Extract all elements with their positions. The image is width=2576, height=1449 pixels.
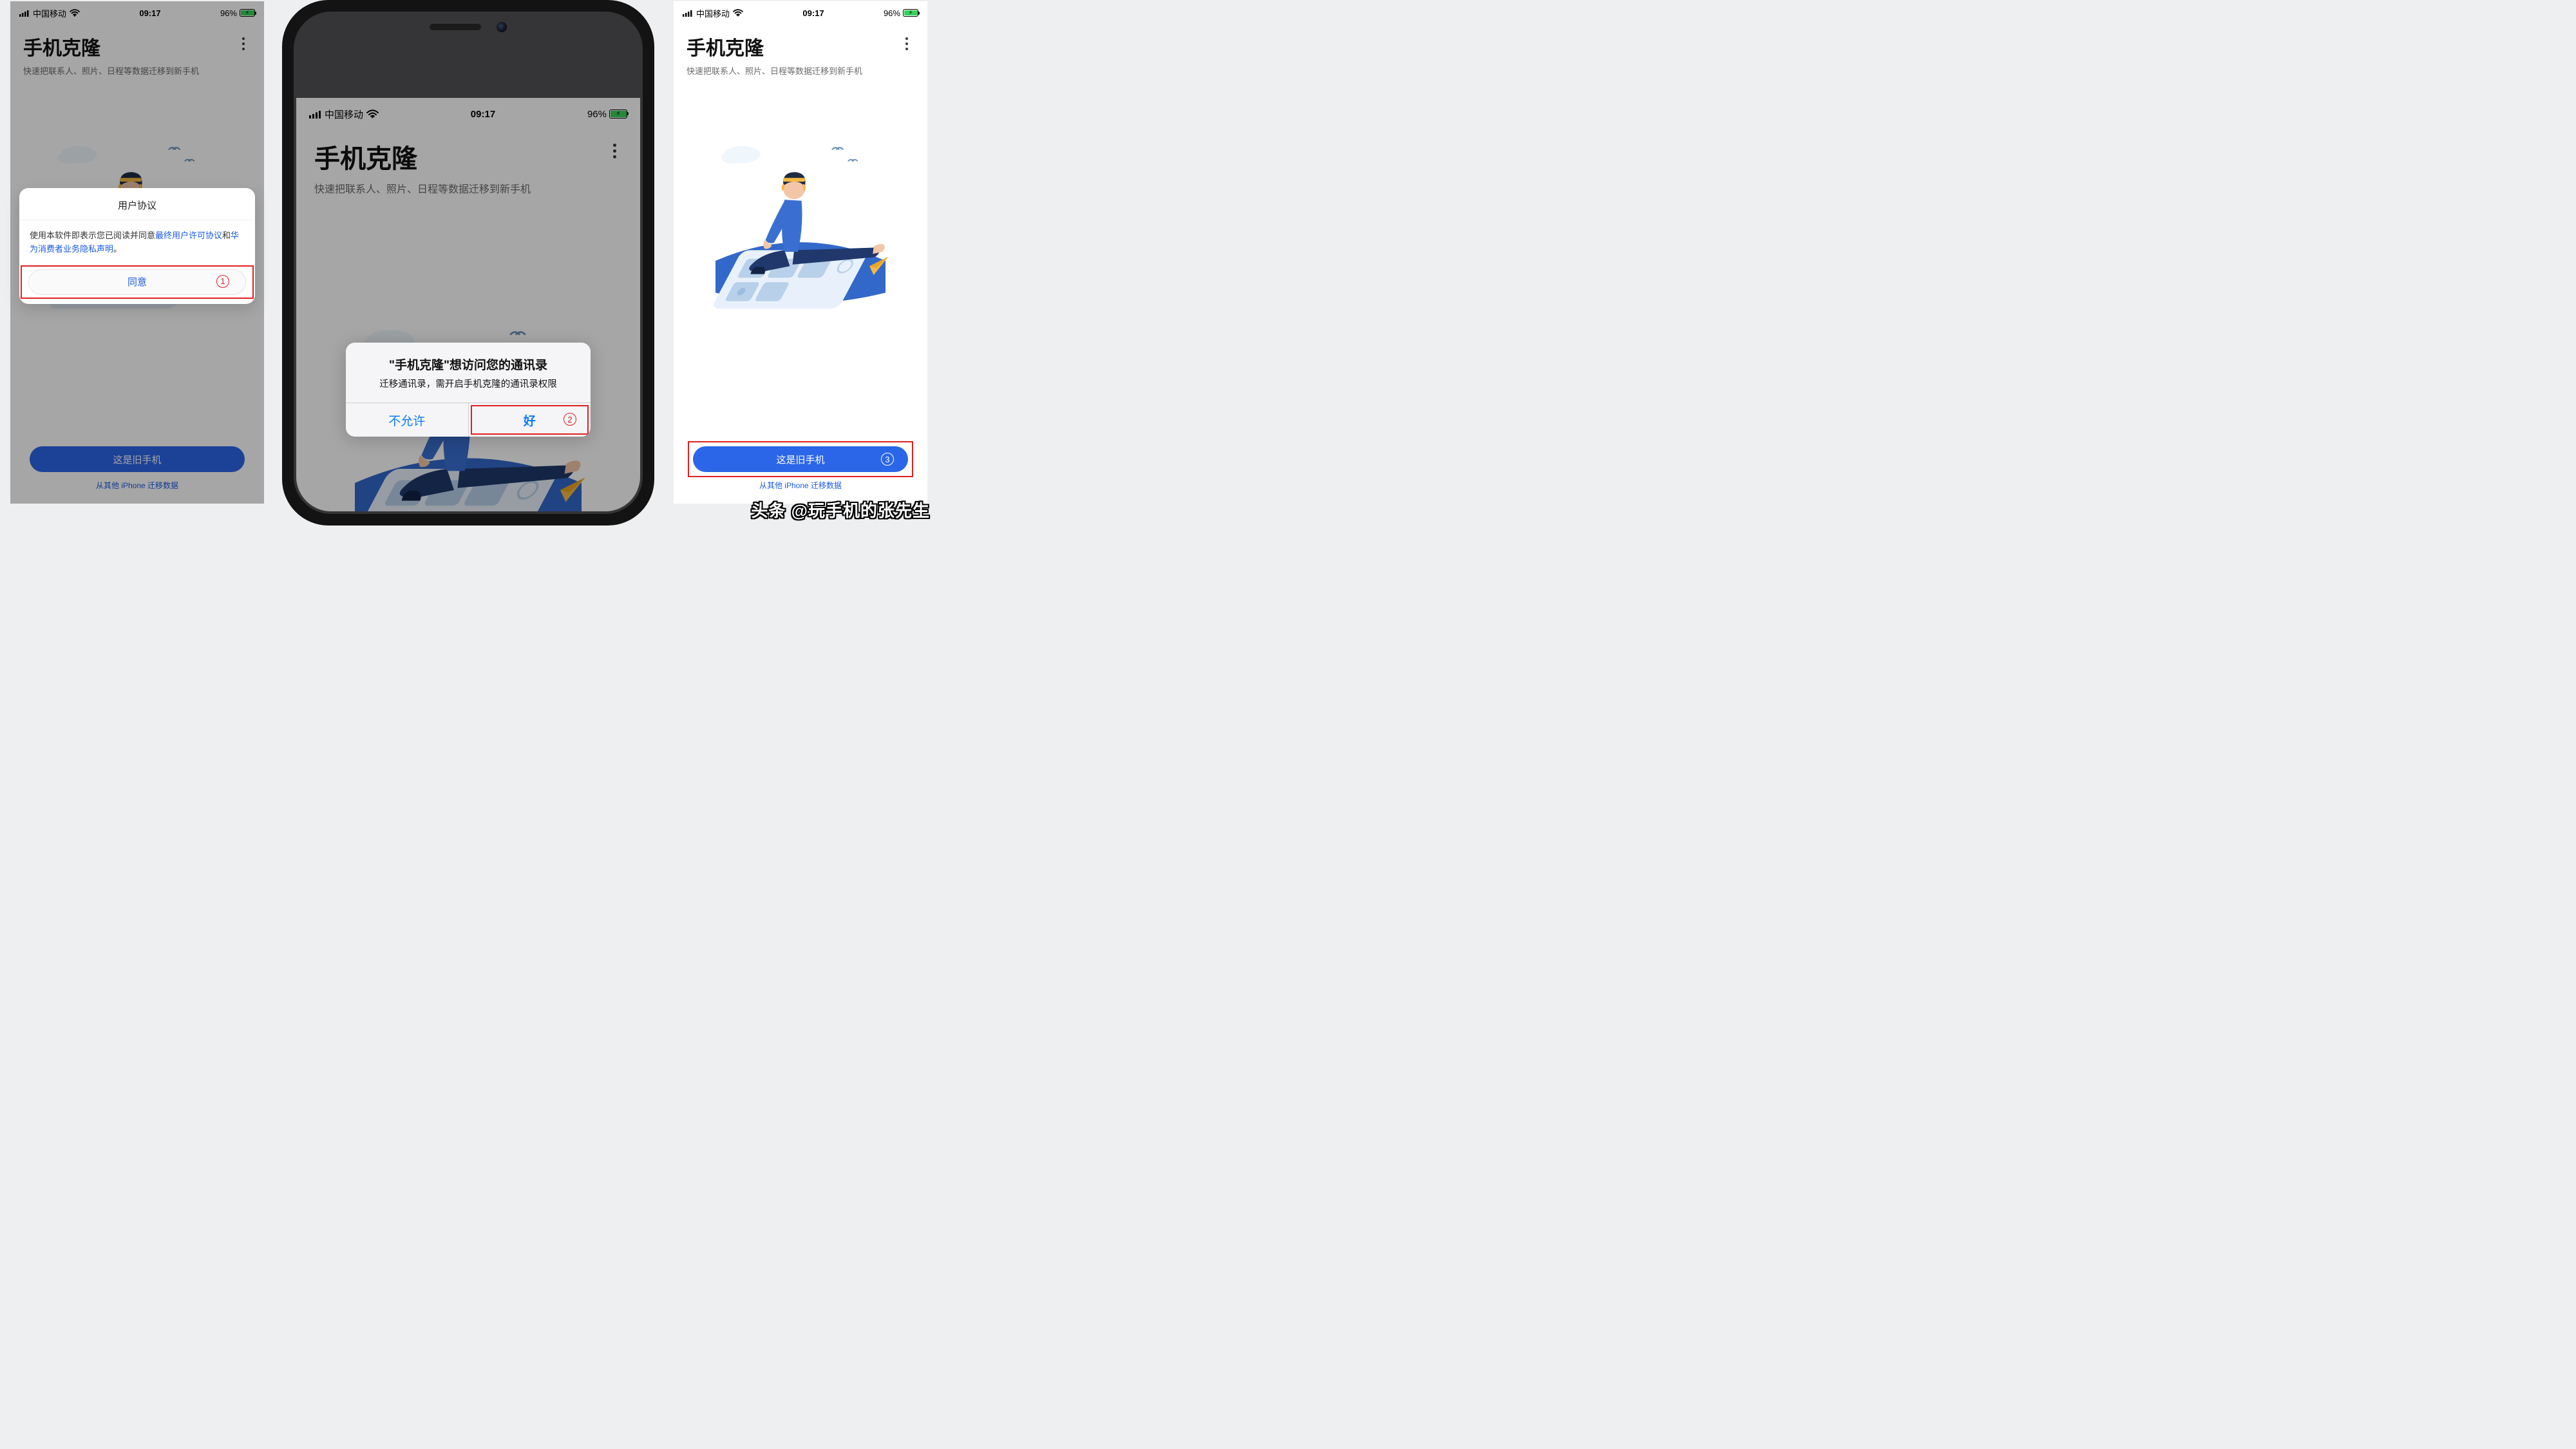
app-title: 手机克隆 [23, 32, 251, 61]
alert-title: "手机克隆"想访问您的通讯录 [346, 343, 591, 375]
app-subtitle: 快速把联系人、照片、日程等数据迁移到新手机 [687, 64, 914, 77]
more-menu-button[interactable] [898, 35, 916, 53]
battery-pct: 96% [587, 109, 607, 120]
old-phone-button[interactable]: 这是旧手机 [693, 446, 908, 472]
carrier-label: 中国移动 [696, 7, 730, 19]
deny-button[interactable]: 不允许 [346, 403, 468, 437]
phone-frame: 中国移动 09:17 96% ⚡︎ 手机克隆 快速把联系 [282, 0, 654, 526]
old-phone-button[interactable]: 这是旧手机 [30, 446, 245, 472]
app-subtitle: 快速把联系人、照片、日程等数据迁移到新手机 [23, 64, 251, 77]
screenshot-2: 中国移动 09:17 96% ⚡︎ 手机克隆 快速把联系 [296, 98, 640, 511]
screenshot-3: 中国移动 09:17 96% ⚡︎ 手机克隆 快速把联系人、照片、日程等数据迁移… [674, 1, 927, 504]
carrier-label: 中国移动 [33, 7, 66, 19]
clock: 09:17 [802, 8, 824, 18]
sheet-title: 用户协议 [19, 188, 255, 220]
agree-button[interactable]: 同意 [28, 269, 246, 295]
app-header: 手机克隆 快速把联系人、照片、日程等数据迁移到新手机 [296, 124, 640, 202]
hero-illustration [694, 112, 907, 325]
sheet-body: 使用本软件即表示您已阅读并同意最终用户许可协议和华为消费者业务隐私声明。 [19, 220, 255, 265]
user-agreement-sheet: 用户协议 使用本软件即表示您已阅读并同意最终用户许可协议和华为消费者业务隐私声明… [19, 188, 255, 304]
app-title: 手机克隆 [314, 138, 622, 175]
more-menu-button[interactable] [234, 35, 252, 53]
battery-icon: ⚡︎ [903, 9, 918, 17]
battery-icon: ⚡︎ [609, 109, 627, 118]
wifi-icon [733, 9, 743, 17]
signal-icon [309, 110, 321, 118]
status-bar: 中国移动 09:17 96% ⚡︎ [296, 98, 640, 124]
wifi-icon [70, 9, 80, 17]
signal-icon [19, 10, 30, 17]
contacts-permission-alert: "手机克隆"想访问您的通讯录 迁移通讯录，需开启手机克隆的通讯录权限 不允许 好… [346, 343, 591, 437]
clock: 09:17 [471, 109, 495, 120]
migrate-link[interactable]: 从其他 iPhone 迁移数据 [96, 480, 178, 491]
battery-pct: 96% [884, 8, 900, 18]
carrier-label: 中国移动 [325, 108, 363, 121]
annotation-number-2: 2 [564, 413, 576, 426]
app-title: 手机克隆 [687, 32, 914, 61]
battery-pct: 96% [220, 8, 237, 18]
app-header: 手机克隆 快速把联系人、照片、日程等数据迁移到新手机 [10, 21, 264, 82]
wifi-icon [366, 109, 379, 118]
app-header: 手机克隆 快速把联系人、照片、日程等数据迁移到新手机 [674, 21, 927, 82]
signal-icon [683, 10, 693, 17]
alert-message: 迁移通讯录，需开启手机克隆的通讯录权限 [346, 375, 591, 402]
clock: 09:17 [139, 8, 160, 18]
status-bar: 中国移动 09:17 96% ⚡︎ [674, 1, 927, 21]
migrate-link[interactable]: 从其他 iPhone 迁移数据 [759, 480, 842, 491]
allow-button[interactable]: 好 2 [468, 403, 591, 437]
eula-link[interactable]: 最终用户许可协议 [155, 231, 222, 240]
status-bar: 中国移动 09:17 96% ⚡︎ [10, 1, 264, 21]
app-subtitle: 快速把联系人、照片、日程等数据迁移到新手机 [314, 180, 622, 196]
battery-icon: ⚡︎ [240, 9, 255, 17]
more-menu-button[interactable] [605, 142, 623, 160]
watermark: 头条 @玩手机的张先生 [751, 498, 930, 522]
screenshot-1: 中国移动 09:17 96% ⚡︎ 手机克隆 快速把联系人、照片、日程等数据迁移… [10, 1, 264, 504]
